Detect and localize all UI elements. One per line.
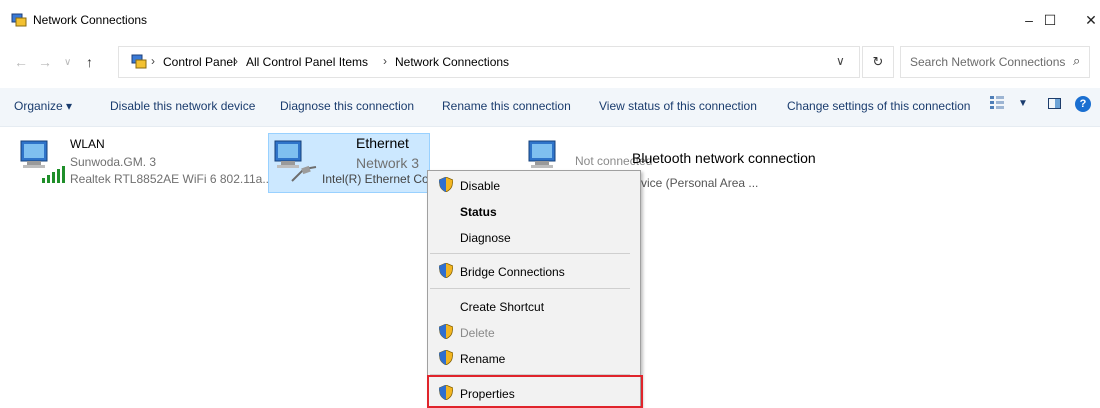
wifi-signal-icon: [42, 166, 65, 183]
breadcrumb-control-panel[interactable]: Control Panel: [163, 55, 236, 69]
preview-pane-icon[interactable]: [1048, 98, 1061, 109]
menu-item-diagnose[interactable]: Diagnose: [460, 231, 511, 245]
address-dropdown-icon[interactable]: ∨: [836, 54, 845, 68]
forward-arrow-icon[interactable]: →: [38, 54, 52, 70]
wlan-network: Sunwoda.GM. 3: [70, 155, 157, 169]
close-button[interactable]: ✕: [1081, 10, 1100, 30]
view-options-dropdown[interactable]: ▼: [1018, 98, 1028, 109]
menu-item-disable[interactable]: Disable: [460, 179, 500, 193]
menu-item-status[interactable]: Status: [460, 205, 497, 219]
back-arrow-icon[interactable]: ←: [14, 54, 28, 70]
menu-separator: [430, 288, 630, 289]
ethernet-adapter-name: Intel(R) Ethernet Co: [322, 172, 429, 186]
uac-shield-icon: [439, 177, 453, 192]
ethernet-network: Network 3: [356, 155, 420, 171]
menu-item-create-shortcut[interactable]: Create Shortcut: [460, 300, 544, 314]
search-placeholder: Search Network Connections: [910, 55, 1066, 69]
wlan-adapter-name: Realtek RTL8852AE WiFi 6 802.11a...: [70, 172, 273, 186]
menu-item-bridge-connections[interactable]: Bridge Connections: [460, 265, 565, 279]
up-arrow-icon[interactable]: ↑: [86, 54, 93, 70]
breadcrumb-separator: ›: [151, 54, 155, 68]
rename-button[interactable]: Rename this connection: [442, 99, 571, 113]
uac-shield-icon: [439, 263, 453, 278]
minimize-button[interactable]: –: [1019, 10, 1039, 30]
title-bar: [0, 0, 1100, 40]
window-title: Network Connections: [33, 13, 148, 27]
wlan-name[interactable]: WLAN: [70, 137, 105, 151]
breadcrumb-separator: ›: [234, 54, 238, 68]
breadcrumb-separator: ›: [383, 54, 387, 68]
bluetooth-name[interactable]: Bluetooth network connection: [632, 150, 816, 166]
breadcrumb-all-items[interactable]: All Control Panel Items: [246, 55, 368, 69]
diagnose-button[interactable]: Diagnose this connection: [280, 99, 414, 113]
change-view-icon[interactable]: [990, 96, 1004, 110]
menu-item-rename[interactable]: Rename: [460, 352, 505, 366]
uac-shield-icon: [439, 350, 453, 365]
help-icon[interactable]: ?: [1075, 96, 1091, 112]
bluetooth-adapter-name: vice (Personal Area ...: [641, 176, 759, 190]
menu-separator: [430, 253, 630, 254]
properties-highlight-box: [427, 375, 643, 408]
ethernet-cable-icon: [291, 165, 317, 182]
network-connections-app-icon: [11, 13, 27, 27]
search-icon[interactable]: ⌕: [1073, 53, 1080, 69]
disable-device-button[interactable]: Disable this network device: [110, 99, 255, 113]
refresh-button[interactable]: ↻: [862, 46, 894, 78]
control-panel-icon: [131, 54, 147, 69]
ethernet-name[interactable]: Ethernet: [356, 135, 409, 151]
organize-button[interactable]: Organize ▾: [14, 99, 72, 113]
change-settings-button[interactable]: Change settings of this connection: [787, 99, 970, 113]
uac-shield-icon: [439, 324, 453, 339]
maximize-button[interactable]: ☐: [1040, 10, 1060, 30]
view-status-button[interactable]: View status of this connection: [599, 99, 757, 113]
menu-item-delete[interactable]: Delete: [460, 326, 495, 340]
recent-locations-icon[interactable]: ∨: [64, 57, 71, 68]
breadcrumb-network-connections[interactable]: Network Connections: [395, 55, 509, 69]
